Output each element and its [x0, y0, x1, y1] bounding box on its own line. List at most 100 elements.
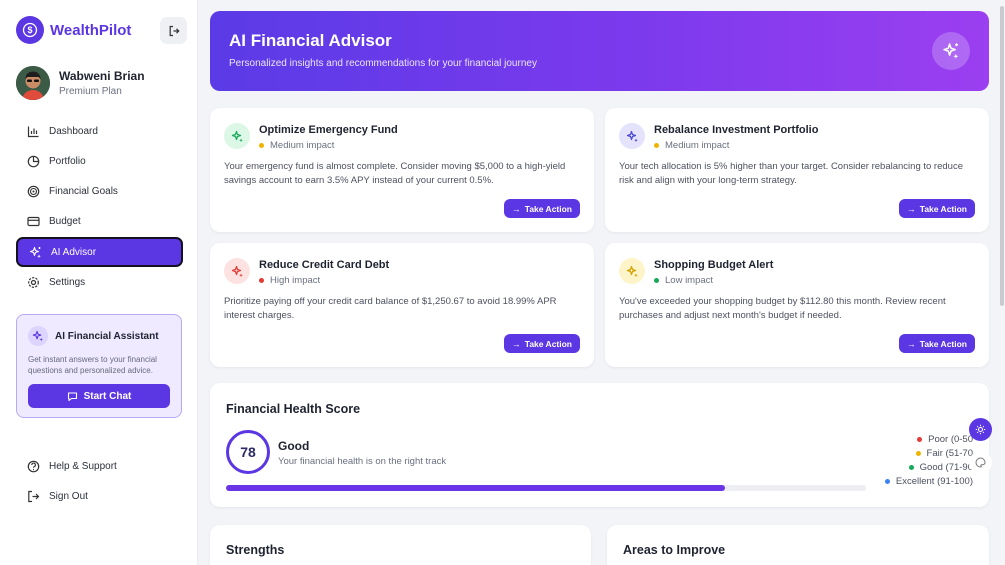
recommendation-card: Optimize Emergency Fund Medium impact Yo… — [210, 108, 594, 232]
bar-chart-icon — [27, 126, 39, 137]
legend-item: Poor (0-50 — [885, 432, 973, 446]
main-content: AI Financial Advisor Personalized insigh… — [198, 0, 1005, 565]
sidebar-item-label: AI Advisor — [51, 246, 97, 258]
legend-dot — [908, 464, 914, 470]
scrollbar[interactable] — [999, 0, 1005, 565]
section-title: Strengths — [226, 543, 285, 557]
dollar-icon: $ — [16, 16, 44, 44]
recommendation-card: Reduce Credit Card Debt High impact Prio… — [210, 243, 594, 367]
recommendation-card: Shopping Budget Alert Low impact You've … — [605, 243, 989, 367]
sparkles-icon — [619, 258, 645, 284]
take-action-label: Take Action — [524, 203, 572, 214]
palette-button[interactable] — [969, 451, 992, 474]
impact-label: High impact — [270, 275, 321, 286]
page-title: AI Financial Advisor — [229, 31, 392, 50]
impact-dot — [259, 143, 264, 148]
brand[interactable]: $ WealthPilot — [16, 16, 131, 44]
sidebar-item-label: Help & Support — [49, 460, 117, 472]
impact-dot — [259, 278, 264, 283]
recommendation-card: Rebalance Investment Portfolio Medium im… — [605, 108, 989, 232]
recommendation-title: Reduce Credit Card Debt — [259, 259, 390, 271]
sidebar-bottom-nav: Help & Support Sign Out — [16, 451, 183, 512]
legend-label: Excellent (91-100) — [895, 475, 973, 487]
sparkles-icon — [28, 326, 48, 346]
arrow-right-icon: → — [906, 203, 916, 214]
pie-chart-icon — [27, 155, 40, 168]
sidebar-item-budget[interactable]: Budget — [16, 207, 183, 237]
assistant-description: Get instant answers to your financial qu… — [28, 355, 157, 375]
sidebar-item-dashboard[interactable]: Dashboard — [16, 116, 183, 146]
brand-name: WealthPilot — [50, 21, 132, 39]
recommendation-title: Optimize Emergency Fund — [259, 124, 398, 136]
sign-out-icon — [28, 490, 40, 502]
sidebar-item-help[interactable]: Help & Support — [16, 451, 183, 481]
collapse-sidebar-button[interactable] — [160, 17, 187, 44]
section-title: Areas to Improve — [623, 543, 726, 557]
credit-card-icon — [27, 217, 40, 227]
improve-card: Areas to Improve — [607, 525, 989, 565]
recommendation-description: Your emergency fund is almost complete. … — [224, 161, 566, 186]
target-icon — [27, 185, 40, 198]
health-description: Your financial health is on the right tr… — [278, 456, 447, 467]
impact-dot — [654, 143, 659, 148]
sidebar-item-portfolio[interactable]: Portfolio — [16, 146, 183, 176]
impact-label: Medium impact — [270, 140, 335, 151]
sidebar-item-settings[interactable]: Settings — [16, 267, 183, 297]
take-action-button[interactable]: → Take Action — [898, 334, 975, 353]
floating-toolbar — [967, 416, 994, 476]
arrow-right-icon: → — [906, 338, 916, 349]
sidebar-item-financial-goals[interactable]: Financial Goals — [16, 177, 183, 207]
user-name: Wabweni Brian — [59, 69, 145, 83]
impact-dot — [654, 278, 659, 283]
avatar — [16, 66, 50, 100]
theme-toggle-button[interactable] — [969, 418, 992, 441]
sidebar-item-label: Portfolio — [49, 155, 86, 167]
sidebar-nav: Dashboard Portfolio Financial Goals Budg… — [16, 116, 183, 298]
user-profile[interactable]: Wabweni Brian Premium Plan — [16, 66, 145, 100]
sun-icon — [975, 424, 986, 435]
page-subtitle: Personalized insights and recommendation… — [229, 58, 537, 69]
take-action-button[interactable]: → Take Action — [898, 199, 975, 218]
sidebar-item-sign-out[interactable]: Sign Out — [16, 481, 183, 511]
sidebar: $ WealthPilot Wabweni Brian Premium Plan… — [0, 0, 198, 565]
legend-item: Excellent (91-100) — [884, 474, 973, 488]
user-plan: Premium Plan — [59, 86, 122, 97]
legend-dot — [917, 436, 923, 442]
health-rating: Good — [278, 439, 310, 453]
legend-dot — [884, 478, 890, 484]
arrow-right-icon: → — [511, 338, 521, 349]
sparkles-icon — [224, 258, 250, 284]
take-action-label: Take Action — [524, 338, 572, 349]
take-action-button[interactable]: → Take Action — [503, 334, 580, 353]
health-progress-bar — [226, 485, 866, 491]
take-action-label: Take Action — [919, 203, 967, 214]
health-legend: Poor (0-50 Fair (51-70 Good (71-90 Excel… — [884, 432, 973, 488]
svg-text:$: $ — [27, 25, 32, 35]
sparkles-icon — [29, 246, 41, 258]
legend-dot — [915, 450, 921, 456]
collapse-icon — [169, 25, 180, 36]
hero-banner: AI Financial Advisor Personalized insigh… — [210, 11, 989, 91]
recommendation-title: Rebalance Investment Portfolio — [654, 124, 819, 136]
ai-assistant-card: AI Financial Assistant Get instant answe… — [16, 314, 182, 418]
arrow-right-icon: → — [511, 203, 521, 214]
health-score-value: 78 — [240, 444, 256, 460]
health-score-ring: 78 — [226, 430, 270, 474]
impact-label: Medium impact — [665, 140, 730, 151]
sparkles-icon — [932, 32, 970, 70]
start-chat-button[interactable]: Start Chat — [28, 384, 170, 408]
sidebar-item-label: Dashboard — [49, 125, 98, 137]
take-action-button[interactable]: → Take Action — [503, 199, 580, 218]
take-action-label: Take Action — [919, 338, 967, 349]
legend-item: Fair (51-70 — [885, 446, 973, 460]
scrollbar-thumb[interactable] — [1000, 6, 1004, 306]
recommendation-title: Shopping Budget Alert — [654, 259, 774, 271]
recommendation-description: You've exceeded your shopping budget by … — [619, 296, 946, 321]
section-title: Financial Health Score — [226, 402, 361, 416]
impact-label: Low impact — [665, 275, 714, 286]
sidebar-item-label: Settings — [49, 276, 86, 288]
sidebar-item-ai-advisor[interactable]: AI Advisor — [16, 237, 183, 268]
assistant-title: AI Financial Assistant — [55, 330, 159, 342]
help-icon — [27, 460, 40, 472]
sparkles-icon — [224, 123, 250, 149]
